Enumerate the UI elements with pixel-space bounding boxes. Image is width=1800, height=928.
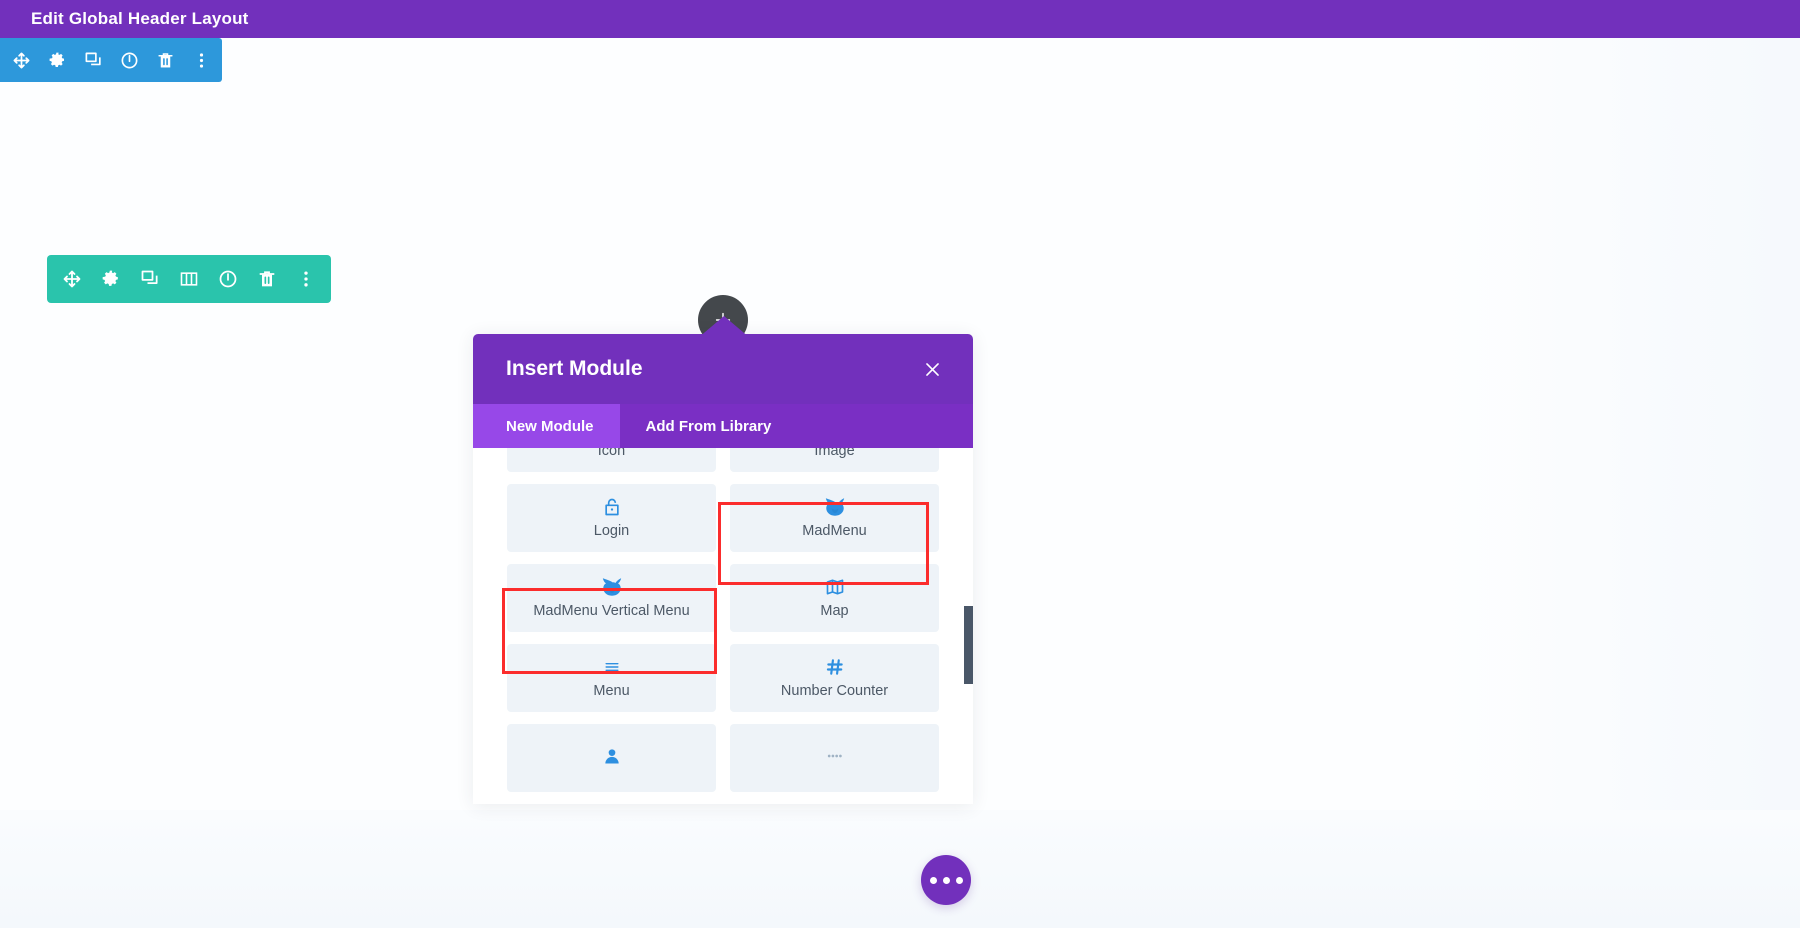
page-background-right-gradient	[1440, 38, 1800, 928]
modal-scrollbar-track[interactable]	[964, 448, 973, 804]
module-card-partial-right[interactable]	[730, 724, 939, 792]
module-card-icon[interactable]: Icon	[507, 448, 716, 472]
module-card-label: Login	[593, 523, 630, 539]
module-card-login[interactable]: Login	[507, 484, 716, 552]
duplicate-icon[interactable]	[82, 49, 104, 71]
trash-icon[interactable]	[256, 268, 278, 290]
modal-pointer-arrow	[698, 316, 750, 338]
module-card-label: MadMenu Vertical Menu	[533, 603, 690, 619]
module-card-image[interactable]: Image	[730, 448, 939, 472]
module-grid: Icon Image Login MadMenu MadMenu Vertica…	[473, 448, 973, 792]
duplicate-icon[interactable]	[139, 268, 161, 290]
tab-add-from-library[interactable]: Add From Library	[620, 404, 798, 448]
power-icon[interactable]	[217, 268, 239, 290]
more-vertical-icon[interactable]	[190, 49, 212, 71]
more-horizontal-icon-dot	[955, 876, 963, 884]
close-icon[interactable]	[919, 356, 945, 382]
editor-options-fab[interactable]	[921, 855, 971, 905]
tab-new-module-label: New Module	[506, 417, 594, 435]
module-card-map[interactable]: Map	[730, 564, 939, 632]
module-card-label: MadMenu	[802, 523, 867, 539]
more-horizontal-icon	[929, 876, 937, 884]
gear-icon[interactable]	[100, 268, 122, 290]
person-icon	[602, 745, 622, 767]
madmenu-icon	[601, 576, 623, 598]
section-settings-toolbar[interactable]	[0, 38, 222, 82]
more-vertical-icon[interactable]	[295, 268, 317, 290]
module-card-madmenu[interactable]: MadMenu	[730, 484, 939, 552]
columns-icon[interactable]	[178, 268, 200, 290]
module-card-label: Icon	[597, 448, 626, 459]
modal-header: Insert Module	[473, 334, 973, 404]
map-icon	[825, 576, 845, 598]
trash-icon[interactable]	[154, 49, 176, 71]
move-icon[interactable]	[61, 268, 83, 290]
page-background-bottom-gradient	[0, 810, 1800, 928]
module-list-scroll-area[interactable]: Icon Image Login MadMenu MadMenu Vertica…	[473, 448, 973, 804]
module-card-label: Number Counter	[780, 683, 889, 699]
page-title: Edit Global Header Layout	[31, 9, 249, 28]
module-card-label: Map	[820, 603, 849, 619]
modal-tabs: New Module Add From Library	[473, 404, 973, 448]
more-horizontal-icon-dot	[942, 876, 950, 884]
gear-icon[interactable]	[46, 49, 68, 71]
module-card-label: Menu	[593, 683, 630, 699]
module-card-label: Image	[814, 448, 855, 459]
module-card-menu[interactable]: Menu	[507, 644, 716, 712]
madmenu-icon	[824, 496, 846, 518]
modal-scrollbar-thumb[interactable]	[964, 606, 973, 684]
power-icon[interactable]	[118, 49, 140, 71]
top-bar: Edit Global Header Layout	[0, 0, 1800, 38]
hash-icon	[825, 656, 845, 678]
move-icon[interactable]	[10, 49, 32, 71]
tab-new-module[interactable]: New Module	[473, 404, 620, 448]
row-settings-toolbar[interactable]	[47, 255, 331, 303]
hamburger-menu-icon	[602, 656, 622, 678]
module-card-partial-left[interactable]	[507, 724, 716, 792]
editor-canvas: Edit Global Header Layout Insert Module …	[0, 0, 1800, 928]
module-card-madmenu-vertical-menu[interactable]: MadMenu Vertical Menu	[507, 564, 716, 632]
dots-icon	[825, 745, 845, 767]
modal-title: Insert Module	[506, 357, 643, 380]
tab-add-from-library-label: Add From Library	[645, 417, 772, 435]
lock-icon	[602, 496, 622, 518]
insert-module-modal: Insert Module New Module Add From Librar…	[473, 334, 973, 804]
module-card-number-counter[interactable]: Number Counter	[730, 644, 939, 712]
